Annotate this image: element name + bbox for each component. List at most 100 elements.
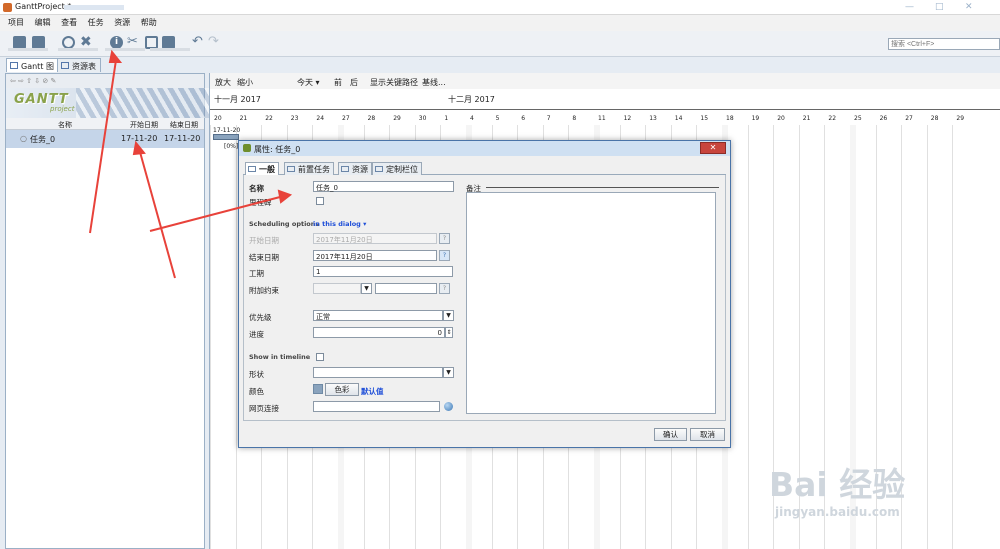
critical-path-button[interactable]: 显示关键路径 <box>370 77 418 88</box>
today-button[interactable]: 今天 ▾ <box>297 77 320 88</box>
scheduling-dropdown[interactable]: in this dialog ▾ <box>313 220 366 228</box>
milestone-checkbox[interactable] <box>316 197 324 205</box>
col-start[interactable]: 开始日期 <box>130 120 158 130</box>
start-date-field[interactable]: 2017年11月20日 <box>313 233 437 244</box>
tab-custom-columns[interactable]: 定制栏位 <box>372 162 422 175</box>
day-label: 4 <box>470 115 474 122</box>
month-row: 十一月 2017 十二月 2017 <box>210 89 1000 109</box>
table-row[interactable]: ○ 任务_0 17-11-20 17-11-20 <box>6 130 204 148</box>
task-name[interactable]: 任务_0 <box>30 134 55 145</box>
window-title: GanttProject * <box>15 2 72 11</box>
task-end[interactable]: 17-11-20 <box>164 134 200 143</box>
resource-icon <box>61 62 69 69</box>
day-label: 20 <box>777 115 785 122</box>
app-icon <box>3 3 12 12</box>
minimize-button[interactable]: — <box>905 2 914 12</box>
day-label: 28 <box>930 115 939 122</box>
next-button[interactable]: 后 <box>350 77 358 88</box>
default-color-link[interactable]: 默认值 <box>361 386 384 397</box>
tab-predecessors[interactable]: 前置任务 <box>284 162 334 175</box>
shape-select[interactable] <box>313 367 443 378</box>
constraint-date-field[interactable] <box>375 283 437 294</box>
end-date-field[interactable]: 2017年11月20日 <box>313 250 437 261</box>
tab-resources-label: 资源表 <box>72 62 96 71</box>
dialog-body: 名称 任务_0 里程碑 Scheduling options in this d… <box>243 175 726 421</box>
col-end[interactable]: 结束日期 <box>170 120 198 130</box>
dialog-title-bar: 属性: 任务_0 ✕ <box>239 141 730 156</box>
day-label: 12 <box>623 115 632 122</box>
tab-general[interactable]: 一般 <box>245 162 279 175</box>
progress-spinner[interactable]: ⇕ <box>445 327 453 338</box>
notes-divider <box>486 187 719 188</box>
grid-line <box>952 125 954 549</box>
menu-project[interactable]: 项目 <box>8 15 24 28</box>
timeline-checkbox[interactable] <box>316 353 324 361</box>
day-label: 22 <box>265 115 273 122</box>
tab-gantt-label: Gantt 图 <box>21 62 54 71</box>
day-label: 14 <box>674 115 683 122</box>
menu-task[interactable]: 任务 <box>88 15 104 28</box>
title-blur <box>64 5 124 10</box>
menu-help[interactable]: 帮助 <box>141 15 157 28</box>
dialog-close-button[interactable]: ✕ <box>700 142 726 154</box>
constraint-label: 附加约束 <box>249 286 279 295</box>
tab-gantt[interactable]: Gantt 图 <box>6 58 59 72</box>
task-start[interactable]: 17-11-20 <box>121 134 157 143</box>
search-input[interactable] <box>888 38 1000 50</box>
month-dec: 十二月 2017 <box>448 95 495 104</box>
nav-arrows-icon[interactable]: ⇦ ⇨ ⇧ ⇩ ⊘ ✎ <box>10 77 56 85</box>
dialog-title: 属性: 任务_0 <box>254 145 301 154</box>
constraint-select[interactable] <box>313 283 361 294</box>
col-name[interactable]: 名称 <box>58 120 72 130</box>
day-label: 13 <box>649 115 657 122</box>
constraint-date-picker[interactable]: ? <box>439 283 450 294</box>
web-link-field[interactable] <box>313 401 440 412</box>
day-row: 20 21 22 23 24 27 28 29 30 1 4 5 6 7 8 11 12 13 14 15 18 19 20… <box>210 109 1000 125</box>
chevron-down-icon[interactable]: ▼ <box>443 310 454 321</box>
prev-button[interactable]: 前 <box>334 77 342 88</box>
menu-resource[interactable]: 资源 <box>114 15 130 28</box>
zoom-in-button[interactable]: 放大 <box>215 77 231 88</box>
start-date-picker[interactable]: ? <box>439 233 450 244</box>
close-window-button[interactable]: ✕ <box>965 2 973 12</box>
watermark-brand: Bai 经验 <box>769 465 906 504</box>
baseline-button[interactable]: 基线... <box>422 77 446 88</box>
tab-resources[interactable]: 资源表 <box>57 58 101 72</box>
maximize-button[interactable]: □ <box>935 2 944 12</box>
name-field[interactable]: 任务_0 <box>313 181 454 192</box>
grid-line <box>926 125 928 549</box>
cancel-button[interactable]: 取消 <box>690 428 725 441</box>
day-label: 7 <box>546 115 551 122</box>
menu-edit[interactable]: 编辑 <box>35 15 51 28</box>
zoom-out-button[interactable]: 缩小 <box>237 77 253 88</box>
redo-icon[interactable]: ↷ <box>208 35 221 49</box>
watermark-url: jingyan.baidu.com <box>775 505 900 519</box>
globe-icon[interactable] <box>444 402 453 411</box>
progress-field[interactable]: 0 <box>313 327 445 338</box>
day-label: 21 <box>802 115 811 122</box>
duration-field[interactable]: 1 <box>313 266 453 277</box>
grid-line <box>210 125 211 549</box>
ok-button[interactable]: 确认 <box>654 428 687 441</box>
day-label: 18 <box>726 115 734 122</box>
day-label: 26 <box>879 115 888 122</box>
grid-line <box>235 125 237 549</box>
toolbar-label-blur <box>8 48 48 51</box>
end-date-picker[interactable]: ? <box>439 250 450 261</box>
resource-icon <box>341 166 349 172</box>
day-label: 19 <box>751 115 760 122</box>
chevron-down-icon[interactable]: ▼ <box>361 283 372 294</box>
day-label: 20 <box>214 115 222 122</box>
tab-resources-dialog[interactable]: 资源 <box>338 162 372 175</box>
chart-toolbar: 放大 缩小 今天 ▾ 前 后 显示关键路径 基线... <box>210 73 1000 89</box>
chevron-down-icon[interactable]: ▼ <box>443 367 454 378</box>
milestone-label: 里程碑 <box>249 198 272 207</box>
columns-icon <box>375 166 383 172</box>
undo-icon[interactable]: ↶ <box>192 35 205 49</box>
menu-view[interactable]: 查看 <box>61 15 77 28</box>
task-bar[interactable] <box>213 134 239 140</box>
menu-bar: 项目 编辑 查看 任务 资源 帮助 <box>0 15 1000 31</box>
priority-select[interactable]: 正常 <box>313 310 443 321</box>
notes-textarea[interactable] <box>466 192 716 414</box>
color-button[interactable]: 色彩 <box>325 383 359 396</box>
